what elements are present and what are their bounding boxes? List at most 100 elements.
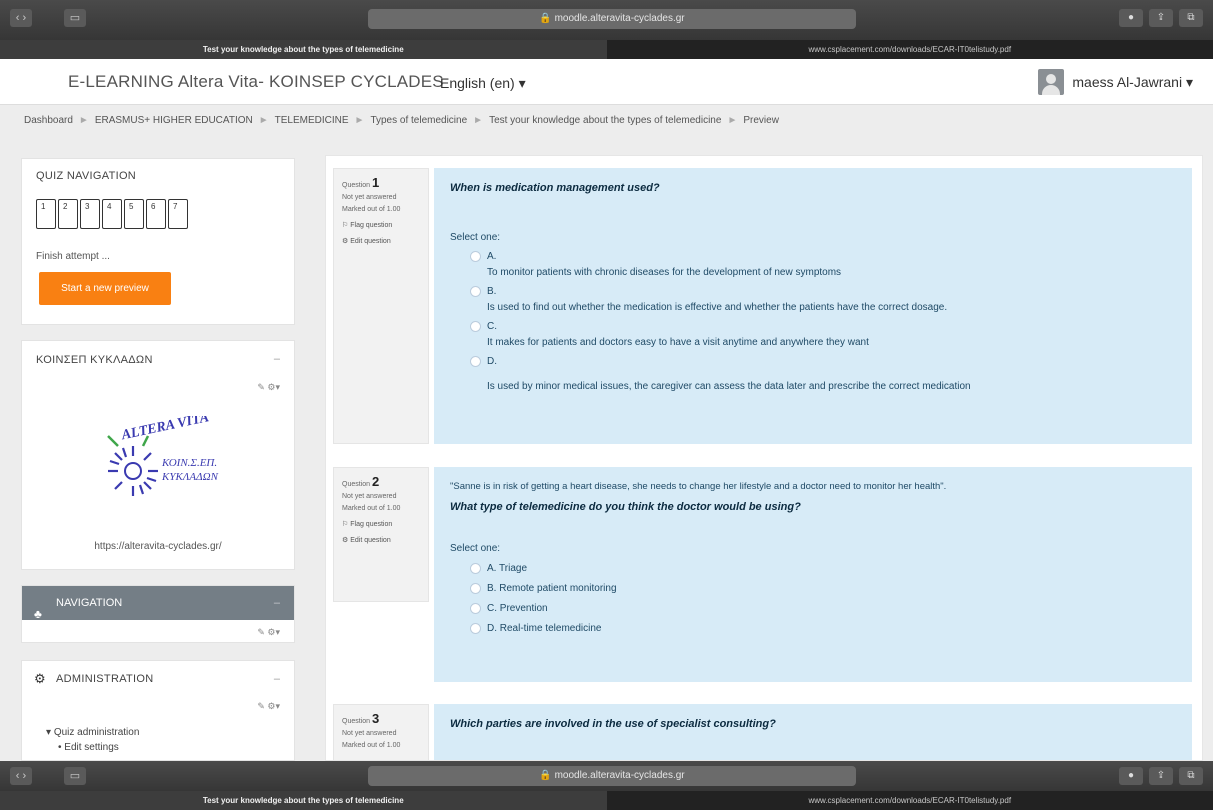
edit-question-link[interactable]: ⚙ Edit question <box>342 535 420 547</box>
flag-icon: ⚐ <box>342 222 351 229</box>
answer-option-d[interactable]: D. Is used by minor medical issues, the c… <box>450 356 1176 392</box>
tab-active[interactable]: Test your knowledge about the types of t… <box>0 40 607 59</box>
question-content: When is medication management used? Sele… <box>434 168 1192 444</box>
radio-button[interactable] <box>470 286 481 297</box>
radio-button[interactable] <box>470 563 481 574</box>
question-label: Question 3 <box>342 711 380 726</box>
tabs-icon[interactable]: ⧉ <box>1179 767 1203 785</box>
radio-button[interactable] <box>470 356 481 367</box>
admin-tree-subitem[interactable]: • Edit settings <box>58 742 139 753</box>
option-letter: D. <box>487 356 497 367</box>
radio-button[interactable] <box>470 603 481 614</box>
quiz-nav-button-6[interactable]: 6 <box>146 199 166 229</box>
browser-right-buttons: ● ⇪ ⧉ <box>1119 9 1203 27</box>
select-one-label: Select one: <box>450 543 501 554</box>
browser-toolbar: ‹ › ▭ 🔒 moodle.alteravita-cyclades.gr ● … <box>0 761 1213 791</box>
breadcrumb-quiz[interactable]: Test your knowledge about the types of t… <box>489 115 721 126</box>
option-text: A. Triage <box>487 563 528 574</box>
koinsep-url[interactable]: https://alteravita-cyclades.gr/ <box>22 541 294 552</box>
radio-button[interactable] <box>470 251 481 262</box>
collapse-icon[interactable]: – <box>274 586 280 620</box>
language-menu[interactable]: English (en) ▾ <box>440 75 526 92</box>
admin-subitem-label: Edit settings <box>64 742 119 753</box>
browser-chrome-top: ‹ › ▭ 🔒 moodle.alteravita-cyclades.gr ● … <box>0 0 1213 59</box>
breadcrumb-section[interactable]: Types of telemedicine <box>370 115 467 126</box>
question-number: 1 <box>371 175 380 190</box>
block-tools-icon[interactable]: ✎ ⚙▾ <box>257 627 280 638</box>
share-icon[interactable]: ⇪ <box>1149 9 1173 27</box>
block-tools-icon[interactable]: ✎ ⚙▾ <box>257 382 280 393</box>
question-status: Not yet answered <box>342 730 397 737</box>
edit-question-link[interactable]: ⚙ Edit question <box>342 236 420 248</box>
radio-button[interactable] <box>470 623 481 634</box>
address-text: moodle.alteravita-cyclades.gr <box>554 770 685 781</box>
answer-option-a[interactable]: A. To monitor patients with chronic disea… <box>450 251 1176 278</box>
address-bar[interactable]: 🔒 moodle.alteravita-cyclades.gr <box>368 9 856 29</box>
quiz-nav-button-3[interactable]: 3 <box>80 199 100 229</box>
radio-button[interactable] <box>470 583 481 594</box>
admin-item-label: Quiz administration <box>53 727 140 738</box>
chevron-down-icon: ▾ <box>46 727 54 738</box>
quiz-nav-button-5[interactable]: 5 <box>124 199 144 229</box>
block-tools-icon[interactable]: ✎ ⚙▾ <box>257 701 280 712</box>
answer-option-c[interactable]: C. It makes for patients and doctors easy… <box>450 321 1176 348</box>
navigation-header[interactable]: ♣ NAVIGATION – <box>22 586 294 621</box>
back-forward-icon[interactable]: ‹ › <box>10 767 32 785</box>
user-menu[interactable]: maess Al-Jawrani ▾ <box>1038 69 1193 95</box>
page: { "browser": { "address": "moodle.altera… <box>0 0 1213 810</box>
breadcrumb-category[interactable]: ERASMUS+ HIGHER EDUCATION <box>95 115 253 126</box>
quiz-nav-button-7[interactable]: 7 <box>168 199 188 229</box>
share-icon[interactable]: ⇪ <box>1149 767 1173 785</box>
start-new-preview-button[interactable]: Start a new preview <box>39 272 171 305</box>
admin-tree-item[interactable]: ▾ Quiz administration <box>46 727 139 738</box>
answer-option-d[interactable]: D. Real-time telemedicine <box>450 623 1176 634</box>
user-name[interactable]: maess Al-Jawrani ▾ <box>1072 74 1193 91</box>
breadcrumb: Dashboard ► ERASMUS+ HIGHER EDUCATION ► TE… <box>24 115 779 126</box>
quiz-nav-button-2[interactable]: 2 <box>58 199 78 229</box>
question-text: When is medication management used? <box>450 182 660 194</box>
breadcrumb-separator: ► <box>78 115 89 126</box>
lock-icon: 🔒 <box>539 770 555 781</box>
breadcrumb-preview[interactable]: Preview <box>743 115 779 126</box>
answer-option-b[interactable]: B. Is used to find out whether the medica… <box>450 286 1176 313</box>
sidebar-toggle-icon[interactable]: ▭ <box>64 767 86 785</box>
question-info: Question 1 Not yet answered Marked out o… <box>333 168 429 444</box>
sidebar-toggle-icon[interactable]: ▭ <box>64 9 86 27</box>
collapse-icon[interactable]: – <box>274 673 280 685</box>
browser-right-buttons: ● ⇪ ⧉ <box>1119 767 1203 785</box>
quiz-nav-button-4[interactable]: 4 <box>102 199 122 229</box>
tab-other[interactable]: www.csplacement.com/downloads/ECAR-IT0te… <box>606 40 1213 59</box>
breadcrumb-separator: ► <box>354 115 365 126</box>
browser-tabs: Test your knowledge about the types of t… <box>0 791 1213 810</box>
option-letter: C. <box>487 321 497 332</box>
tab-other[interactable]: www.csplacement.com/downloads/ECAR-IT0te… <box>606 791 1213 810</box>
shield-icon[interactable]: ● <box>1119 9 1143 27</box>
tabs-icon[interactable]: ⧉ <box>1179 9 1203 27</box>
browser-chrome-bottom: ‹ › ▭ 🔒 moodle.alteravita-cyclades.gr ● … <box>0 761 1213 810</box>
avatar[interactable] <box>1038 69 1065 95</box>
breadcrumb-dashboard[interactable]: Dashboard <box>24 115 73 126</box>
gear-icon: ⚙ <box>342 537 351 544</box>
quiz-nav-button-1[interactable]: 1 <box>36 199 56 229</box>
finish-attempt-link[interactable]: Finish attempt ... <box>36 251 110 262</box>
address-bar[interactable]: 🔒 moodle.alteravita-cyclades.gr <box>368 766 856 786</box>
collapse-icon[interactable]: – <box>274 353 280 365</box>
sitemap-icon: ♣ <box>34 607 42 621</box>
back-forward-icon[interactable]: ‹ › <box>10 9 32 27</box>
question-content: "Sanne is in risk of getting a heart dis… <box>434 467 1192 682</box>
tab-active[interactable]: Test your knowledge about the types of t… <box>0 791 607 810</box>
shield-icon[interactable]: ● <box>1119 767 1143 785</box>
flag-question-link[interactable]: ⚐ Flag question <box>342 519 420 531</box>
logo-text-right1: ΚΟΙΝ.Σ.ΕΠ. <box>161 457 217 469</box>
answer-option-a[interactable]: A. Triage <box>450 563 1176 574</box>
radio-button[interactable] <box>470 321 481 332</box>
site-title[interactable]: E-LEARNING Altera Vita- KOINSEP CYCLADES <box>68 72 444 92</box>
flag-question-link[interactable]: ⚐ Flag question <box>342 220 420 232</box>
answer-option-b[interactable]: B. Remote patient monitoring <box>450 583 1176 594</box>
answer-option-c[interactable]: C. Prevention <box>450 603 1176 614</box>
admin-tree: ▾ Quiz administration • Edit settings <box>46 727 139 753</box>
gear-icon: ⚙ <box>342 238 351 245</box>
breadcrumb-separator: ► <box>258 115 269 126</box>
option-text: To monitor patients with chronic disease… <box>487 267 842 278</box>
breadcrumb-course[interactable]: TELEMEDICINE <box>275 115 349 126</box>
